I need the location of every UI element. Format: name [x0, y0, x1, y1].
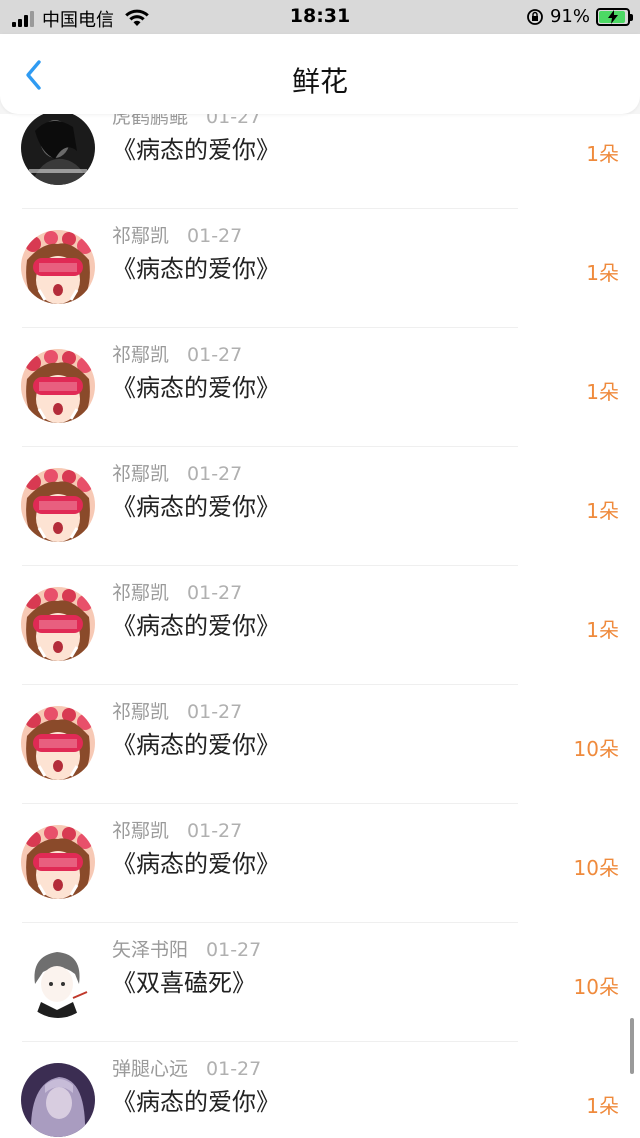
work-title: 《病态的爱你》	[112, 255, 280, 283]
dark-photo-avatar-icon	[21, 114, 95, 185]
sender-name: 祁鄢凯	[112, 701, 170, 723]
cartoon-avatar-icon	[21, 587, 95, 661]
sender-name: 弹腿心远	[112, 1058, 189, 1080]
avatar[interactable]	[21, 114, 95, 185]
flower-count: 1朵	[586, 380, 619, 404]
gift-date: 01-27	[187, 582, 243, 604]
sender-name: 矢泽书阳	[112, 939, 189, 961]
flower-count: 1朵	[586, 499, 619, 523]
list-item[interactable]: 祁鄢凯 01-27 《病态的爱你》 1朵	[0, 209, 640, 328]
sender-meta: 虎鹤鹏鲲 01-27	[112, 114, 261, 129]
sender-meta: 祁鄢凯 01-27	[112, 697, 242, 724]
sender-name: 祁鄢凯	[112, 582, 170, 604]
avatar[interactable]	[21, 587, 95, 661]
sender-meta: 弹腿心远 01-27	[112, 1054, 261, 1081]
gift-date: 01-27	[187, 701, 243, 723]
sender-name: 祁鄢凯	[112, 225, 170, 247]
flower-count: 10朵	[573, 975, 619, 999]
sender-name: 祁鄢凯	[112, 344, 170, 366]
work-title: 《病态的爱你》	[112, 1088, 280, 1116]
sender-meta: 祁鄢凯 01-27	[112, 816, 242, 843]
cartoon-avatar-icon	[21, 825, 95, 899]
list-item[interactable]: 祁鄢凯 01-27 《病态的爱你》 1朵	[0, 447, 640, 566]
battery-percent: 91%	[549, 6, 590, 27]
flower-count: 1朵	[586, 261, 619, 285]
gift-date: 01-27	[206, 1058, 262, 1080]
list-item[interactable]: 祁鄢凯 01-27 《病态的爱你》 10朵	[0, 804, 640, 923]
sender-name: 祁鄢凯	[112, 463, 170, 485]
flower-gift-list[interactable]: 虎鹤鹏鲲 01-27 《病态的爱你》 1朵 祁鄢凯 01-27 《病态的爱你》 1朵	[0, 114, 640, 1138]
orientation-lock-icon	[527, 8, 543, 25]
list-item[interactable]: 虎鹤鹏鲲 01-27 《病态的爱你》 1朵	[0, 114, 640, 209]
avatar[interactable]	[21, 468, 95, 542]
list-item[interactable]: 祁鄢凯 01-27 《病态的爱你》 1朵	[0, 328, 640, 447]
sender-meta: 祁鄢凯 01-27	[112, 340, 242, 367]
flower-count: 10朵	[573, 856, 619, 880]
gift-date: 01-27	[187, 463, 243, 485]
sender-name: 虎鹤鹏鲲	[112, 114, 189, 128]
anime-sketch-avatar-icon	[21, 944, 95, 1018]
sender-meta: 祁鄢凯 01-27	[112, 578, 242, 605]
gift-date: 01-27	[187, 225, 243, 247]
avatar[interactable]	[21, 1063, 95, 1137]
sender-meta: 祁鄢凯 01-27	[112, 459, 242, 486]
list-item[interactable]: 矢泽书阳 01-27 《双喜磕死》 10朵	[0, 923, 640, 1042]
list-item[interactable]: 祁鄢凯 01-27 《病态的爱你》 1朵	[0, 566, 640, 685]
scrollbar[interactable]	[630, 1018, 634, 1074]
purple-photo-avatar-icon	[21, 1063, 95, 1137]
avatar[interactable]	[21, 706, 95, 780]
gift-date: 01-27	[187, 344, 243, 366]
list-item[interactable]: 弹腿心远 01-27 《病态的爱你》 1朵	[0, 1042, 640, 1138]
avatar[interactable]	[21, 349, 95, 423]
status-bar: 中国电信 18:31 91%	[0, 0, 640, 34]
work-title: 《病态的爱你》	[112, 850, 280, 878]
gift-date: 01-27	[187, 820, 243, 842]
gift-date: 01-27	[206, 114, 262, 128]
work-title: 《病态的爱你》	[112, 731, 280, 759]
work-title: 《病态的爱你》	[112, 612, 280, 640]
sender-meta: 矢泽书阳 01-27	[112, 935, 261, 962]
sender-name: 祁鄢凯	[112, 820, 170, 842]
battery-charging-icon	[596, 7, 633, 26]
avatar[interactable]	[21, 944, 95, 1018]
gift-date: 01-27	[206, 939, 262, 961]
navigation-bar: 鲜花	[0, 34, 640, 114]
list-item[interactable]: 祁鄢凯 01-27 《病态的爱你》 10朵	[0, 685, 640, 804]
work-title: 《双喜磕死》	[112, 969, 256, 997]
page-title: 鲜花	[291, 65, 348, 98]
cartoon-avatar-icon	[21, 706, 95, 780]
sender-meta: 祁鄢凯 01-27	[112, 221, 242, 248]
work-title: 《病态的爱你》	[112, 493, 280, 521]
flower-count: 1朵	[586, 1094, 619, 1118]
cartoon-avatar-icon	[21, 349, 95, 423]
flower-count: 10朵	[573, 737, 619, 761]
flower-count: 1朵	[586, 618, 619, 642]
work-title: 《病态的爱你》	[112, 374, 280, 402]
avatar[interactable]	[21, 825, 95, 899]
flower-count: 1朵	[586, 142, 619, 166]
cartoon-avatar-icon	[21, 468, 95, 542]
cartoon-avatar-icon	[21, 230, 95, 304]
avatar[interactable]	[21, 230, 95, 304]
work-title: 《病态的爱你》	[112, 136, 280, 164]
status-right: 91%	[526, 6, 633, 27]
